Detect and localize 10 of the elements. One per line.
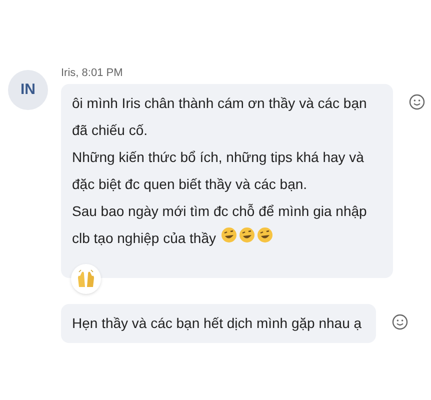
emoji-reaction-icon[interactable] (408, 94, 425, 110)
message-text: Hẹn thầy và các bạn hết dịch mình gặp nhau ạ (72, 314, 362, 333)
avatar-initials: IN (20, 80, 36, 100)
laughing-face-icon (257, 227, 273, 243)
message-text: ôi mình Iris chân thành cám ơn thầy và các bạn đã chiếu cố. Những kiến thức bổ ích, những tips khá hay và đặc biệt đc quen biết thầy và các bạn. Sau bao ngày mới tìm đc chỗ để mình gia nhập clb tạo nghiệp của thầy (72, 94, 367, 248)
sender-time: Iris, 8:01 PM (61, 66, 124, 80)
emoji-reaction-icon[interactable] (392, 314, 408, 330)
laughing-face-icon (221, 227, 237, 243)
raised-hands-icon (76, 269, 96, 289)
laughing-face-icon (239, 227, 255, 243)
